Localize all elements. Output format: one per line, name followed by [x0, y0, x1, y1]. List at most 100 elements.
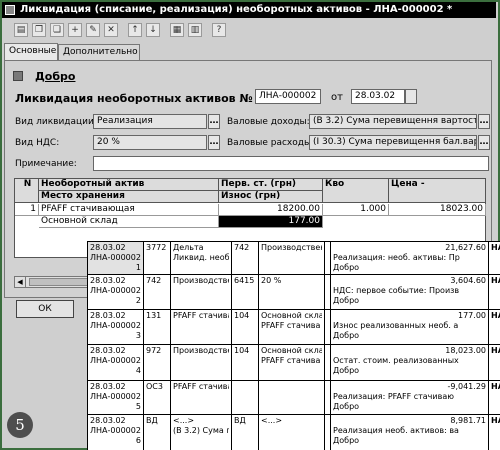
journal-dt-analytic: Ликвид. необ.	[173, 253, 229, 262]
liq-type-field[interactable]: Реализация	[93, 114, 207, 129]
doc-number-field[interactable]: ЛНА-000002	[255, 89, 321, 104]
scroll-left-icon[interactable]: ◀	[15, 277, 26, 287]
down-icon[interactable]: ↓	[146, 23, 160, 37]
journal-kt-analytic	[261, 426, 322, 436]
journal-kt: 6415	[232, 275, 259, 309]
table-cell[interactable]: PFAFF стачивающая	[39, 204, 219, 216]
window-title: Ликвидация (списание, реализация) необор…	[20, 4, 453, 15]
copy-icon[interactable]: ❐	[32, 23, 46, 37]
journal-kt: ВД	[232, 415, 259, 450]
help-cursor-icon[interactable]: ?	[212, 23, 226, 37]
journal-kt: 104	[232, 310, 259, 344]
journal-no: 2	[135, 296, 141, 305]
status-icon	[13, 71, 23, 81]
journal-kt-analytic: Основной скла	[261, 346, 322, 355]
calendar-icon[interactable]	[405, 89, 417, 104]
journal-desc: Износ реализованных необ. а	[333, 321, 459, 330]
journal-doc: ЛНА-000002	[90, 253, 141, 262]
edit-icon[interactable]: ✎	[86, 23, 100, 37]
document-icon[interactable]: ▤	[14, 23, 28, 37]
journal-row[interactable]: 28.03.02ЛНА-0000022 742 Производствен 64…	[88, 275, 500, 310]
table-cell[interactable]: 1	[15, 204, 39, 216]
col-asset-header[interactable]: Необоротный актив	[39, 179, 219, 191]
col-n-header[interactable]: N	[15, 179, 39, 203]
select-gross-expense-button[interactable]: …	[478, 135, 490, 150]
date-field[interactable]: 28.03.02	[351, 89, 405, 104]
ok-button[interactable]: ОК	[16, 300, 74, 318]
journal-no: 4	[135, 366, 141, 375]
add-icon[interactable]: +	[68, 23, 82, 37]
journal-row[interactable]: 28.03.02 ЛНА-000002 1 3772 Дельта Ликвид. н…	[88, 242, 500, 275]
gross-expense-field[interactable]: (І 30.3) Сума перевищення бал.варто	[309, 135, 477, 150]
scroll-thumb[interactable]	[29, 278, 89, 286]
table-cell[interactable]: 1.000	[323, 204, 389, 216]
journal-flag: НА	[489, 275, 500, 309]
journal-date: 28.03.02	[90, 276, 126, 285]
journal-date: 28.03.02	[90, 346, 126, 355]
table-cell[interactable]: 18023.00	[389, 204, 486, 216]
table-icon[interactable]: ▥	[188, 23, 202, 37]
journal-status: Добро	[333, 436, 360, 445]
gross-income-label: Валовые доходы:	[227, 117, 310, 127]
journal-amount: 177.00	[458, 311, 486, 320]
date-label: от	[331, 92, 343, 103]
journal-kt-analytic: PFAFF стачива	[261, 321, 321, 330]
journal-desc: Реализация: PFAFF стачиваю	[333, 392, 454, 401]
select-gross-income-button[interactable]: …	[478, 114, 490, 129]
journal-date: 28.03.02	[90, 382, 126, 391]
journal-desc: Реализация: необ. активы: Пр	[333, 253, 460, 262]
vat-field[interactable]: 20 %	[93, 135, 207, 150]
journal-desc: НДС: первое событие: Произв	[333, 286, 460, 295]
col-depreciation-header[interactable]: Износ (грн)	[219, 191, 323, 203]
delete-icon[interactable]: ✕	[104, 23, 118, 37]
journal-row[interactable]: 28.03.02 ЛНА-000002 5 ОС3 PFAFF стачива -9…	[88, 381, 500, 415]
title-bar[interactable]: Ликвидация (списание, реализация) необор…	[2, 2, 496, 18]
journal-date: 28.03.02	[90, 243, 126, 252]
journal-flag: НА	[489, 345, 500, 380]
journal-dt-analytic: Дельта	[173, 243, 204, 252]
liq-type-label: Вид ликвидации:	[15, 117, 97, 127]
journal-dt: ОС3	[144, 381, 171, 414]
journal-dt: 131	[144, 310, 171, 344]
tab-additional[interactable]: Дополнительно	[58, 44, 140, 60]
tab-main[interactable]: Основные	[4, 43, 58, 60]
table-cell[interactable]: 18200.00	[219, 204, 323, 216]
journal-doc: ЛНА-000002	[90, 356, 141, 365]
journal-dt-analytic: PFAFF стачива	[173, 382, 229, 391]
select-vat-button[interactable]: …	[208, 135, 220, 150]
journal-desc: Остат. стоим. реализованных	[333, 356, 459, 365]
page-number-badge: 5	[7, 412, 33, 438]
vat-label: Вид НДС:	[15, 138, 60, 148]
journal-dt-analytic	[173, 321, 229, 331]
journal-row[interactable]: 28.03.02ЛНА-0000024 972 Производствен 10…	[88, 345, 500, 381]
journal-row[interactable]: 28.03.02 ЛНА-000002 6 ВД <...> (В 3.2) Сума…	[88, 415, 500, 450]
table-icon[interactable]: ▦	[170, 23, 184, 37]
journal-kt-analytic	[261, 286, 322, 296]
journal-flag: НА	[489, 242, 500, 274]
table-cell-selected[interactable]: 177.00	[219, 216, 323, 228]
select-liq-type-button[interactable]: …	[208, 114, 220, 129]
copy-icon[interactable]: ❏	[50, 23, 64, 37]
up-icon[interactable]: ↑	[128, 23, 142, 37]
col-qty-header[interactable]: Кво	[323, 179, 389, 203]
journal-no: 5	[135, 402, 141, 411]
status-label[interactable]: Добро	[35, 70, 75, 83]
journal-amount: 8,981.71	[450, 416, 486, 425]
journal-status: Добро	[333, 263, 360, 272]
journal-kt: 742	[232, 242, 259, 274]
document-icon	[5, 5, 15, 15]
journal-dt-analytic: Производствен	[173, 276, 229, 285]
journal-kt-analytic	[261, 392, 322, 402]
note-field[interactable]	[93, 156, 489, 171]
journal-amount: 21,627.60	[445, 243, 486, 252]
gross-income-field[interactable]: (В 3.2) Сума перевищення вартості	[309, 114, 477, 129]
journal-no: 6	[135, 436, 141, 445]
journal-kt-analytic: <...>	[261, 416, 283, 425]
col-price-header[interactable]: Цена -	[389, 179, 486, 203]
col-initial-cost-header[interactable]: Перв. ст. (грн)	[219, 179, 323, 191]
journal-row[interactable]: 28.03.02 ЛНА-000002 3 131 PFAFF стачива 10…	[88, 310, 500, 345]
col-location-header[interactable]: Место хранения	[39, 191, 219, 203]
journal-dt: 742	[144, 275, 171, 309]
journal-status: Добро	[333, 296, 360, 305]
table-cell[interactable]: Основной склад	[39, 216, 219, 228]
